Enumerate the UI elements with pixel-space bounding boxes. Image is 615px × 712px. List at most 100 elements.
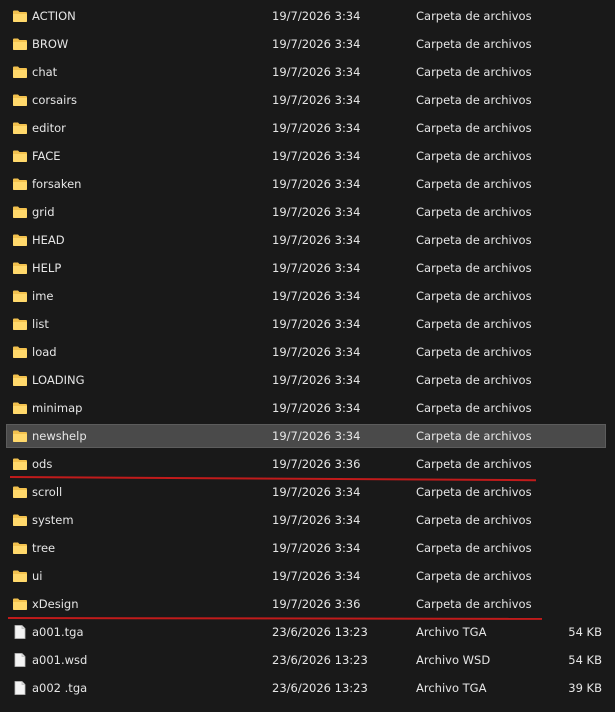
file-row[interactable]: ui 19/7/2026 3:34 Carpeta de archivos <box>0 564 615 592</box>
file-row[interactable]: grid 19/7/2026 3:34 Carpeta de archivos <box>0 200 615 228</box>
file-date-modified: 19/7/2026 3:34 <box>272 317 361 331</box>
file-row[interactable]: BROW 19/7/2026 3:34 Carpeta de archivos <box>0 32 615 60</box>
file-icon <box>12 681 28 695</box>
file-row[interactable]: ime 19/7/2026 3:34 Carpeta de archivos <box>0 284 615 312</box>
file-type: Archivo WSD <box>416 653 491 667</box>
file-row[interactable]: forsaken 19/7/2026 3:34 Carpeta de archi… <box>0 172 615 200</box>
folder-icon <box>12 569 28 583</box>
file-size: 39 KB <box>568 681 602 695</box>
folder-icon <box>12 485 28 499</box>
file-date-modified: 19/7/2026 3:34 <box>272 261 361 275</box>
folder-icon <box>12 9 28 23</box>
file-name: system <box>32 513 74 527</box>
file-name: forsaken <box>32 177 82 191</box>
file-name: ime <box>32 289 54 303</box>
folder-icon <box>12 37 28 51</box>
folder-icon <box>12 429 28 443</box>
file-row[interactable]: a002 .tga 23/6/2026 13:23 Archivo TGA 39… <box>0 676 615 704</box>
file-row[interactable]: minimap 19/7/2026 3:34 Carpeta de archiv… <box>0 396 615 424</box>
file-date-modified: 19/7/2026 3:34 <box>272 569 361 583</box>
file-date-modified: 19/7/2026 3:34 <box>272 513 361 527</box>
folder-icon <box>12 205 28 219</box>
file-date-modified: 19/7/2026 3:34 <box>272 121 361 135</box>
file-date-modified: 19/7/2026 3:34 <box>272 233 361 247</box>
file-type: Carpeta de archivos <box>416 317 532 331</box>
file-type: Carpeta de archivos <box>416 513 532 527</box>
file-type: Carpeta de archivos <box>416 65 532 79</box>
folder-icon <box>12 261 28 275</box>
file-date-modified: 19/7/2026 3:34 <box>272 541 361 555</box>
file-type: Carpeta de archivos <box>416 597 532 611</box>
file-date-modified: 19/7/2026 3:34 <box>272 9 361 23</box>
file-name: corsairs <box>32 93 78 107</box>
file-name: HEAD <box>32 233 65 247</box>
file-row[interactable]: editor 19/7/2026 3:34 Carpeta de archivo… <box>0 116 615 144</box>
file-row[interactable]: newshelp 19/7/2026 3:34 Carpeta de archi… <box>0 424 615 452</box>
file-row[interactable]: list 19/7/2026 3:34 Carpeta de archivos <box>0 312 615 340</box>
file-type: Carpeta de archivos <box>416 233 532 247</box>
file-date-modified: 19/7/2026 3:34 <box>272 93 361 107</box>
file-row[interactable]: tree 19/7/2026 3:34 Carpeta de archivos <box>0 536 615 564</box>
file-type: Carpeta de archivos <box>416 121 532 135</box>
file-date-modified: 19/7/2026 3:34 <box>272 149 361 163</box>
file-date-modified: 23/6/2026 13:23 <box>272 681 368 695</box>
file-row[interactable]: LOADING 19/7/2026 3:34 Carpeta de archiv… <box>0 368 615 396</box>
file-row[interactable]: system 19/7/2026 3:34 Carpeta de archivo… <box>0 508 615 536</box>
file-name: a001.tga <box>32 625 84 639</box>
file-name: tree <box>32 541 56 555</box>
file-date-modified: 19/7/2026 3:34 <box>272 205 361 219</box>
file-row[interactable]: corsairs 19/7/2026 3:34 Carpeta de archi… <box>0 88 615 116</box>
file-type: Carpeta de archivos <box>416 289 532 303</box>
file-date-modified: 23/6/2026 13:23 <box>272 625 368 639</box>
file-list: ACTION 19/7/2026 3:34 Carpeta de archivo… <box>0 0 615 712</box>
file-name: LOADING <box>32 373 85 387</box>
file-name: BROW <box>32 37 69 51</box>
file-row[interactable]: HEAD 19/7/2026 3:34 Carpeta de archivos <box>0 228 615 256</box>
file-row[interactable]: ACTION 19/7/2026 3:34 Carpeta de archivo… <box>0 4 615 32</box>
file-type: Archivo TGA <box>416 681 487 695</box>
file-row[interactable]: xDesign 19/7/2026 3:36 Carpeta de archiv… <box>0 592 615 620</box>
file-type: Carpeta de archivos <box>416 401 532 415</box>
file-name: minimap <box>32 401 83 415</box>
file-name: grid <box>32 205 55 219</box>
file-row[interactable]: scroll 19/7/2026 3:34 Carpeta de archivo… <box>0 480 615 508</box>
file-row[interactable]: FACE 19/7/2026 3:34 Carpeta de archivos <box>0 144 615 172</box>
file-name: FACE <box>32 149 61 163</box>
file-date-modified: 19/7/2026 3:34 <box>272 373 361 387</box>
file-date-modified: 19/7/2026 3:34 <box>272 37 361 51</box>
file-row[interactable]: chat 19/7/2026 3:34 Carpeta de archivos <box>0 60 615 88</box>
file-type: Carpeta de archivos <box>416 429 532 443</box>
file-type: Carpeta de archivos <box>416 93 532 107</box>
file-name: ods <box>32 457 53 471</box>
file-date-modified: 19/7/2026 3:34 <box>272 177 361 191</box>
folder-icon <box>12 597 28 611</box>
file-row[interactable]: a001.wsd 23/6/2026 13:23 Archivo WSD 54 … <box>0 648 615 676</box>
file-date-modified: 19/7/2026 3:34 <box>272 289 361 303</box>
folder-icon <box>12 93 28 107</box>
file-type: Carpeta de archivos <box>416 345 532 359</box>
folder-icon <box>12 541 28 555</box>
folder-icon <box>12 233 28 247</box>
file-name: editor <box>32 121 66 135</box>
folder-icon <box>12 457 28 471</box>
file-name: newshelp <box>32 429 87 443</box>
file-date-modified: 19/7/2026 3:36 <box>272 457 361 471</box>
file-row[interactable]: load 19/7/2026 3:34 Carpeta de archivos <box>0 340 615 368</box>
file-name: ui <box>32 569 43 583</box>
file-type: Carpeta de archivos <box>416 373 532 387</box>
file-icon <box>12 625 28 639</box>
file-name: ACTION <box>32 9 76 23</box>
file-name: a002 .tga <box>32 681 88 695</box>
folder-icon <box>12 373 28 387</box>
file-name: scroll <box>32 485 63 499</box>
file-row[interactable]: a001.tga 23/6/2026 13:23 Archivo TGA 54 … <box>0 620 615 648</box>
file-date-modified: 19/7/2026 3:34 <box>272 401 361 415</box>
file-type: Carpeta de archivos <box>416 541 532 555</box>
file-type: Carpeta de archivos <box>416 261 532 275</box>
file-row[interactable]: HELP 19/7/2026 3:34 Carpeta de archivos <box>0 256 615 284</box>
file-name: xDesign <box>32 597 79 611</box>
file-date-modified: 19/7/2026 3:34 <box>272 65 361 79</box>
file-type: Carpeta de archivos <box>416 457 532 471</box>
file-icon <box>12 653 28 667</box>
file-date-modified: 19/7/2026 3:34 <box>272 485 361 499</box>
